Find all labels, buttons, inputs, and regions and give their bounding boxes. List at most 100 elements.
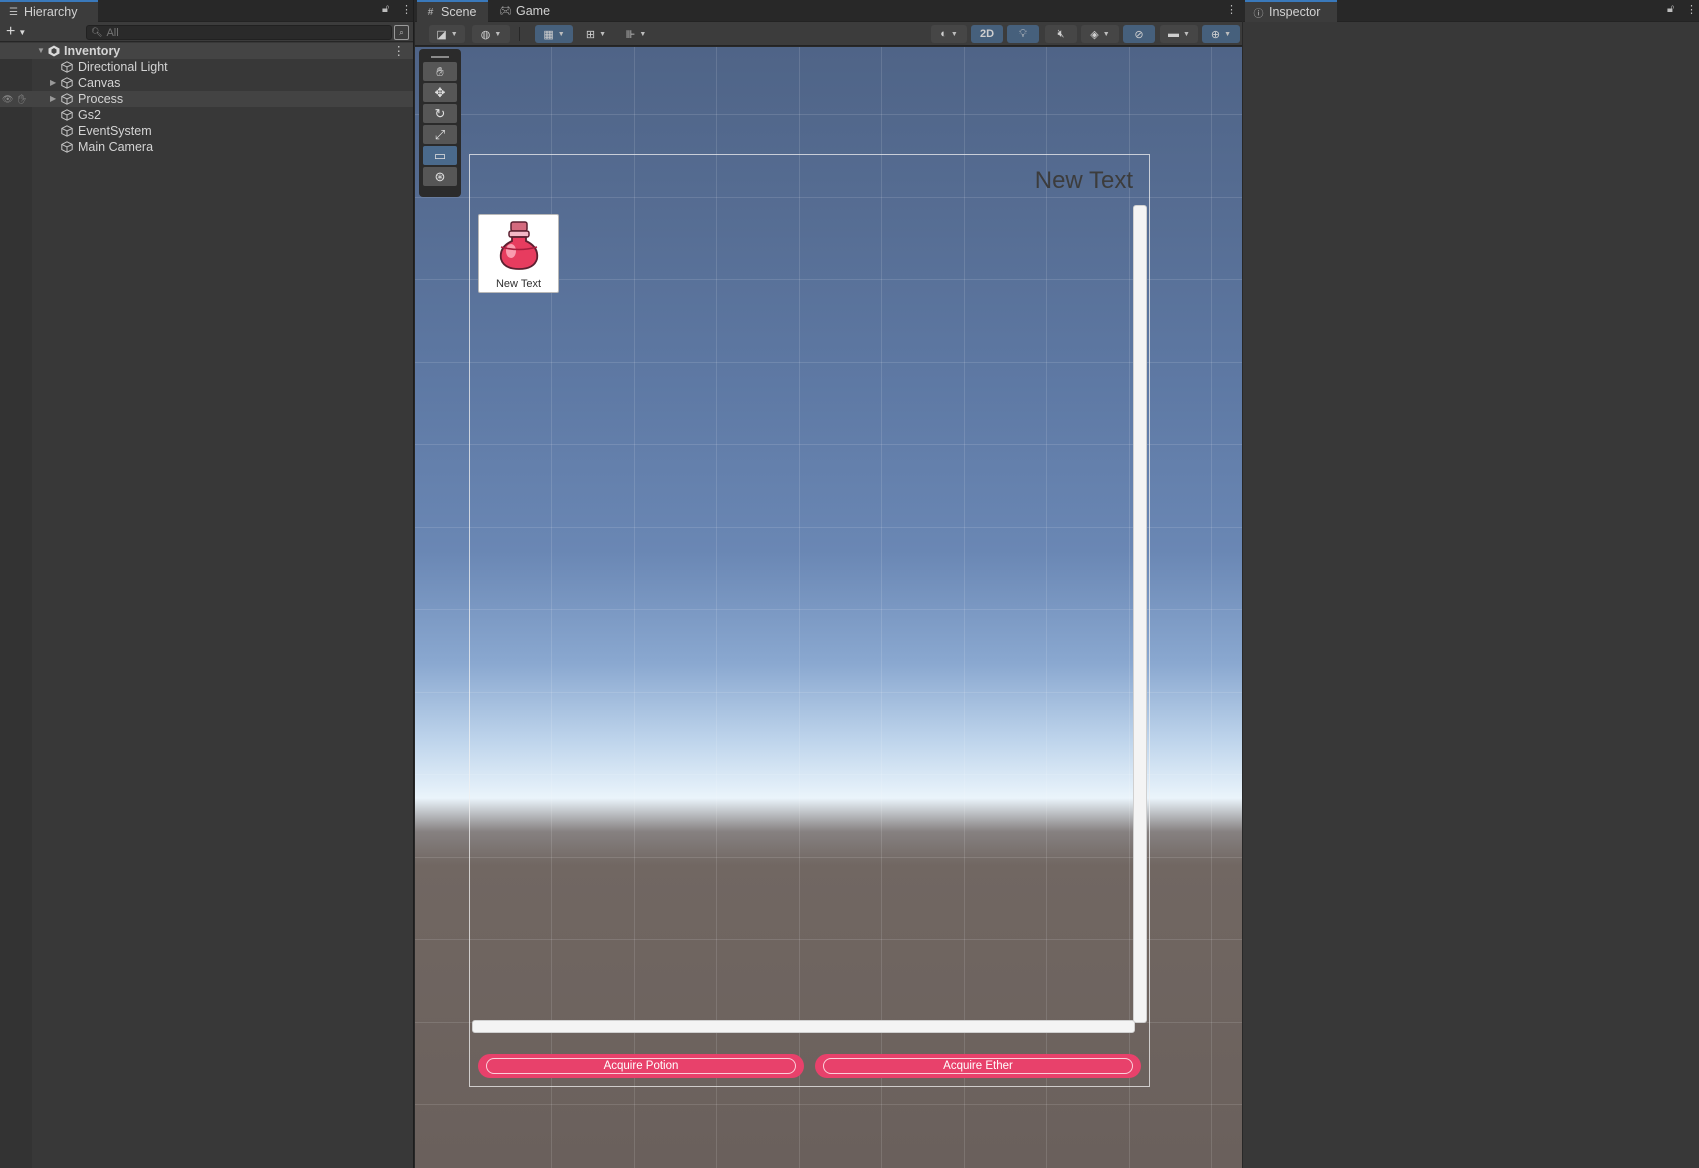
gameobject-cube-icon: [61, 125, 73, 137]
tab-game[interactable]: 🎮︎ Game: [492, 0, 558, 22]
rect-tool-icon[interactable]: ▭: [423, 146, 457, 165]
kebab-menu-icon[interactable]: ⋮: [401, 3, 412, 16]
effects-dropdown[interactable]: ◈ ▼: [1081, 25, 1119, 43]
inspector-tabbar: ⓘ Inspector 🔓︎ ⋮: [1243, 0, 1699, 22]
gameobject-cube-icon: [61, 141, 73, 153]
chevron-down-icon: ▼: [599, 30, 607, 38]
grid-icon: ⊞: [585, 28, 596, 41]
fold-arrow-icon[interactable]: ▼: [37, 43, 45, 59]
acquire-ether-button[interactable]: Acquire Ether: [815, 1054, 1141, 1078]
hierarchy-item-canvas[interactable]: ▶ Canvas: [0, 75, 413, 91]
search-by-scene-icon[interactable]: ⌕: [394, 25, 409, 40]
scene-kebab-icon[interactable]: ⋮: [393, 43, 406, 59]
grid-snapping-toggle[interactable]: ▦ ▼: [535, 25, 573, 43]
audio-mute-icon: 🔇︎: [1057, 27, 1065, 40]
scene-grid-icon: #: [427, 6, 434, 18]
hierarchy-item-eventsystem[interactable]: EventSystem: [0, 123, 413, 139]
draw-mode-dropdown[interactable]: ◪ ▼: [429, 25, 465, 43]
tab-hierarchy[interactable]: ☰ Hierarchy: [0, 0, 98, 22]
chevron-down-icon: ▼: [1183, 30, 1190, 38]
effects-icon: ◈: [1090, 28, 1099, 41]
grid-line: [415, 1104, 1242, 1105]
fold-arrow-icon[interactable]: ▶: [50, 91, 56, 107]
hierarchy-item-gs2[interactable]: Gs2: [0, 107, 413, 123]
toolbar-separator: [519, 27, 520, 41]
canvas-rect[interactable]: New Text New Text Acquire Potion Acquire…: [469, 154, 1150, 1087]
lock-icon[interactable]: 🔓︎: [1667, 3, 1674, 16]
scale-tool-icon[interactable]: ⤢: [423, 125, 457, 144]
lighting-toggle[interactable]: 💡︎: [1007, 25, 1039, 43]
tool-palette: ✋︎ ✥ ↻ ⤢ ▭ ⊛: [419, 49, 461, 197]
gizmo-icon: ⊕: [1210, 28, 1221, 41]
globe-icon: ◍: [480, 28, 491, 41]
2d-mode-label: 2D: [979, 28, 995, 40]
hierarchy-search[interactable]: 🔍︎: [86, 25, 392, 40]
tab-game-label: Game: [516, 4, 551, 18]
hand-tool-icon[interactable]: ✋︎: [423, 62, 457, 81]
hierarchy-item-label: Gs2: [78, 108, 101, 122]
tab-inspector-label: Inspector: [1269, 5, 1321, 19]
hierarchy-item-main-camera[interactable]: Main Camera: [0, 139, 413, 155]
grid-line: [1211, 47, 1212, 1168]
tab-scene[interactable]: # Scene: [417, 0, 488, 22]
gameobject-cube-icon: [61, 61, 73, 73]
fold-arrow-icon[interactable]: ▶: [50, 75, 56, 91]
scene-row-inventory[interactable]: ▼ Inventory ⋮: [0, 43, 413, 59]
list-icon: ☰: [9, 6, 18, 18]
gameobject-cube-icon: [61, 77, 73, 89]
gamepad-icon: 🎮︎: [499, 5, 512, 17]
move-tool-icon[interactable]: ✥: [423, 83, 457, 102]
chevron-down-icon: ▼: [494, 30, 502, 38]
shading-mode-icon: ◪: [436, 28, 447, 41]
visibility-gutter: [0, 43, 32, 1168]
scene-name: Inventory: [64, 44, 121, 58]
plus-icon: +: [6, 23, 16, 40]
info-icon: ⓘ: [1253, 8, 1264, 20]
chevron-down-icon: ▼: [1102, 30, 1110, 38]
horizontal-scrollbar[interactable]: [472, 1020, 1135, 1033]
scene-tabbar: # Scene 🎮︎ Game ⋮: [415, 0, 1242, 22]
gizmos-dropdown[interactable]: ⊕ ▼: [1202, 25, 1240, 43]
scene-viewport[interactable]: ✋︎ ✥ ↻ ⤢ ▭ ⊛ New Text New Text Acquire P…: [415, 47, 1242, 1168]
lock-icon[interactable]: 🔓︎: [382, 3, 389, 16]
kebab-menu-icon[interactable]: ⋮: [1686, 3, 1697, 16]
rotate-tool-icon[interactable]: ↻: [423, 104, 457, 123]
create-button[interactable]: + ▼: [6, 23, 34, 41]
unity-scene-icon: [48, 45, 60, 57]
gameobject-cube-icon: [61, 109, 73, 121]
lightbulb-icon: 💡︎: [1019, 27, 1027, 40]
tab-inspector[interactable]: ⓘ Inspector: [1245, 0, 1337, 22]
tab-scene-label: Scene: [441, 5, 477, 19]
palette-grip[interactable]: [423, 52, 457, 62]
shading-dropdown[interactable]: ◐ ▼: [931, 25, 967, 43]
hidden-objects-toggle[interactable]: ⊘: [1123, 25, 1155, 43]
vertical-scrollbar[interactable]: [1133, 205, 1147, 1023]
hierarchy-item-label: Canvas: [78, 76, 121, 90]
canvas-title-text: New Text: [1034, 167, 1133, 194]
camera-settings-dropdown[interactable]: ▬ ▼: [1160, 25, 1198, 43]
hierarchy-item-process[interactable]: 👁︎✋︎ ▶ Process: [0, 91, 413, 107]
chevron-down-icon: ▼: [18, 27, 27, 37]
kebab-menu-icon[interactable]: ⋮: [1226, 3, 1237, 16]
grid-visibility-toggle[interactable]: ⊞ ▼: [578, 25, 614, 43]
hierarchy-search-input[interactable]: [106, 26, 367, 39]
ruler-icon: ⊪: [625, 28, 636, 41]
scene-panel: # Scene 🎮︎ Game ⋮ ◪ ▼ ◍ ▼ ▦ ▼ ⊞ ▼ ⊪ ▼ ◐ ▼ 2D 💡…: [415, 0, 1242, 1168]
hierarchy-item-directional-light[interactable]: Directional Light: [0, 59, 413, 75]
acquire-potion-button[interactable]: Acquire Potion: [478, 1054, 804, 1078]
2d-mode-toggle[interactable]: 2D: [971, 25, 1003, 43]
tab-hierarchy-label: Hierarchy: [24, 5, 78, 19]
global-local-dropdown[interactable]: ◍ ▼: [472, 25, 510, 43]
chevron-down-icon: ▼: [557, 30, 565, 38]
hierarchy-panel: ☰ Hierarchy 🔓︎ ⋮ +▼ 🔍︎ ⌕ ▼ Inventory ⋮ D…: [0, 0, 414, 1168]
audio-toggle[interactable]: 🔇︎: [1045, 25, 1077, 43]
chevron-down-icon: ▼: [450, 30, 458, 38]
transform-tool-icon[interactable]: ⊛: [423, 167, 457, 186]
increment-snap-toggle[interactable]: ⊪ ▼: [618, 25, 654, 43]
visibility-pick-icons[interactable]: 👁︎✋︎: [2, 91, 31, 107]
potion-icon: [499, 221, 539, 270]
search-icon: 🔍︎: [91, 27, 103, 37]
inventory-item-slot[interactable]: New Text: [478, 214, 559, 293]
inspector-panel: ⓘ Inspector 🔓︎ ⋮: [1243, 0, 1699, 1168]
scene-toolbar: ◪ ▼ ◍ ▼ ▦ ▼ ⊞ ▼ ⊪ ▼ ◐ ▼ 2D 💡︎ 🔇︎ ◈ ▼ ⊘ ▬ ▼ ⊕ ▼: [415, 22, 1242, 46]
